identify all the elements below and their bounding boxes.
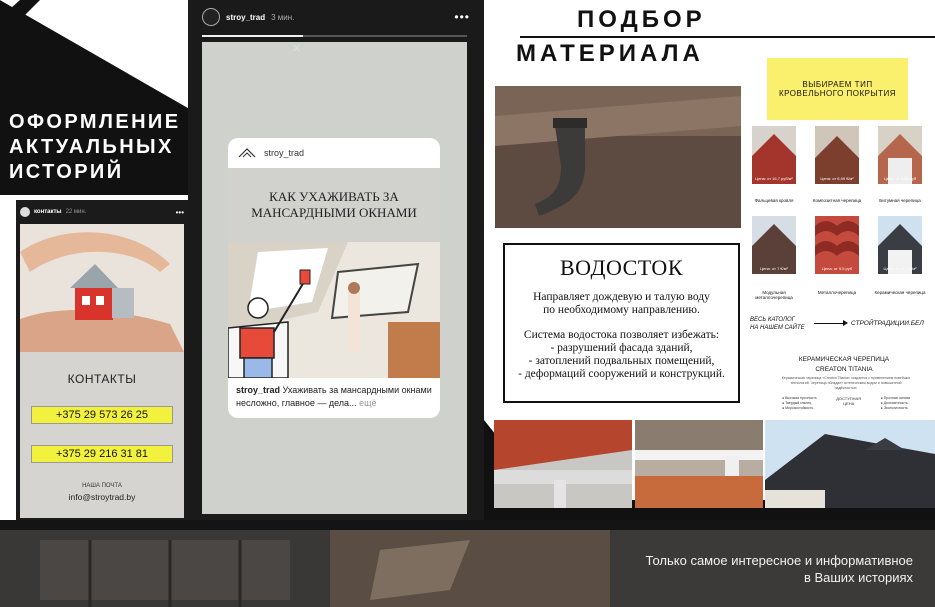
phone-link-1[interactable]: +375 29 573 26 25	[31, 406, 173, 424]
post-username[interactable]: stroy_trad	[264, 148, 304, 158]
left-column: ОФОРМЛЕНИЕ АКТУАЛЬНЫХ ИСТОРИЙ контакты 2…	[0, 0, 188, 520]
story-progress-bar	[202, 35, 467, 37]
arrow-right-icon	[814, 320, 848, 326]
contacts-story: контакты 22 мин. ••• КОНТАКТЫ +375 29 57…	[16, 200, 188, 520]
title-divider	[520, 36, 935, 38]
tile-seam-roof[interactable]: Цена: от 16,7 руб/м²	[752, 126, 796, 184]
center-story-viewer: stroy_trad 3 мин. ••• stroy_trad КАК УХА…	[188, 0, 484, 520]
tile-label: Композитная черепица	[812, 198, 862, 203]
email-label: НАША ПОЧТА	[82, 483, 122, 489]
ceramic-title: КЕРАМИЧЕСКАЯ ЧЕРЕПИЦА	[798, 356, 890, 363]
house-in-hands-photo	[20, 224, 184, 352]
tile-label: Металлочерепица	[817, 290, 857, 295]
story-header: контакты 22 мин. •••	[20, 204, 184, 220]
phone-link-2[interactable]: +375 29 216 31 81	[31, 445, 173, 463]
ceramic-description: Керамическая черепица «Creaton Titania» …	[781, 376, 911, 390]
tile-composite[interactable]: Цена: от 6,99 €/м²	[815, 126, 859, 184]
gutter-photo	[494, 420, 632, 508]
contacts-card: КОНТАКТЫ +375 29 573 26 25 +375 29 216 3…	[20, 352, 184, 518]
catalog-note: ВЕСЬ КАТОЛОГ НА НАШЕМ САЙТЕ	[750, 317, 805, 331]
post-caption: stroy_trad Ухаживать за мансардными окна…	[228, 378, 440, 416]
logo-icon	[238, 148, 256, 158]
downpipe-benefits: Система водостока позволяет избежать: - …	[518, 329, 725, 380]
ceramic-features: ● Высокая прочность ● Твердый глянец ● М…	[782, 396, 910, 411]
contacts-heading: КОНТАКТЫ	[67, 372, 137, 386]
tile-ceramic[interactable]: Цена: от 11,7 €/м²	[878, 216, 922, 274]
tile-label: Битумная черепица	[879, 198, 921, 203]
house-roof-photo	[765, 420, 935, 508]
story-time: 3 мин.	[271, 12, 295, 22]
avatar[interactable]	[20, 207, 30, 217]
downpipe-photo	[495, 86, 741, 228]
bottom-banner: Только самое интересное и информативное …	[0, 520, 935, 607]
downpipe-heading: ВОДОСТОК	[559, 255, 683, 280]
tile-label: Модульная металлочерепица	[755, 290, 793, 300]
site-link[interactable]: СТРОЙТРАДИЦИИ.БЕЛ	[851, 320, 924, 327]
avatar[interactable]	[202, 8, 220, 26]
downpipe-description: Направляет дождевую и талую воду по необ…	[533, 291, 710, 316]
post-header: stroy_trad	[228, 138, 440, 168]
email-link[interactable]: info@stroytrad.by	[20, 492, 184, 502]
title-line-2: МАТЕРИАЛА	[516, 40, 704, 67]
tile-modular-metal[interactable]: Цена: от 7 €/м²	[752, 216, 796, 274]
story-username[interactable]: stroy_trad	[226, 13, 265, 22]
story-progress-fill	[202, 35, 303, 37]
features-col-3: ● Прочная основа ● Долговечность ● Эколо…	[880, 396, 910, 410]
portfolio-collage: ОФОРМЛЕНИЕ АКТУАЛЬНЫХ ИСТОРИЙ контакты 2…	[0, 0, 935, 607]
tile-metal[interactable]: Цена: от 9,5 руб	[815, 216, 859, 274]
tile-bitumen[interactable]: Цена: от 8,58 руб	[878, 126, 922, 184]
tile-label: Фальцевая кровля	[754, 198, 794, 203]
more-options-icon[interactable]: •••	[176, 208, 184, 217]
roof-type-banner: ВЫБИРАЕМ ТИП КРОВЕЛЬНОГО ПОКРЫТИЯ	[767, 58, 908, 120]
tile-label: Керамическая черепица	[874, 290, 926, 295]
close-icon[interactable]: ✕	[292, 42, 301, 55]
title-line-1: ПОДБОР	[577, 6, 706, 33]
roof-window-illustration	[228, 242, 440, 378]
caption-more-link[interactable]: ещё	[359, 398, 376, 408]
downpipe-info-box: ВОДОСТОК Направляет дождевую и талую вод…	[503, 243, 740, 403]
ceramic-subtitle: CREATON TITANIA	[815, 366, 873, 373]
more-options-icon[interactable]: •••	[454, 10, 470, 24]
ceramic-tile-heading: КЕРАМИЧЕСКАЯ ЧЕРЕПИЦА CREATON TITANIA	[780, 355, 908, 375]
caption-username[interactable]: stroy_trad	[236, 385, 280, 395]
story-time: 22 мин.	[65, 209, 87, 215]
post-title: КАК УХАЖИВАТЬ ЗА МАНСАРДНЫМИ ОКНАМИ	[228, 168, 440, 242]
right-panel-material-selection: ПОДБОР МАТЕРИАЛА ВОДОСТОК Направляет дож…	[484, 0, 935, 520]
post-card[interactable]: stroy_trad КАК УХАЖИВАТЬ ЗА МАНСАРДНЫМИ …	[228, 138, 440, 418]
section-title-highlights: ОФОРМЛЕНИЕ АКТУАЛЬНЫХ ИСТОРИЙ	[9, 111, 181, 183]
story-header: stroy_trad 3 мин. •••	[202, 6, 470, 28]
white-gutter-photo	[635, 420, 763, 508]
banner-caption: Только самое интересное и информативное …	[645, 553, 913, 585]
story-username[interactable]: контакты	[34, 209, 62, 215]
features-col-1: ● Высокая прочность ● Твердый глянец ● М…	[782, 396, 817, 410]
features-col-2: ДОСТУПНАЯ ЦЕНА	[836, 396, 862, 406]
